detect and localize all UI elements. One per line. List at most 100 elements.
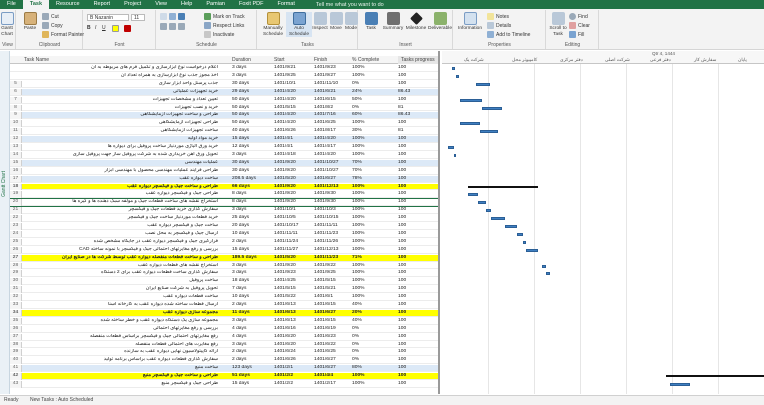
start-cell[interactable]: 1401/10/5 bbox=[274, 215, 314, 222]
task-name-cell[interactable]: طراحی جیگ و فیکسچر دیواره عقب bbox=[24, 191, 220, 198]
start-cell[interactable]: 1401/2/2 bbox=[274, 373, 314, 380]
progress-cell[interactable]: 81 bbox=[398, 128, 438, 135]
row-id[interactable]: 21 bbox=[10, 207, 22, 214]
finish-cell[interactable]: 1401/9/30 bbox=[314, 199, 352, 206]
duration-cell[interactable]: 8 days bbox=[232, 191, 266, 198]
start-cell[interactable]: 1401/2/1 bbox=[274, 365, 314, 372]
tab-help[interactable]: Help bbox=[174, 0, 199, 9]
finish-cell[interactable]: 1401/6/15 bbox=[314, 318, 352, 325]
progress-cell[interactable]: 100 bbox=[398, 286, 438, 293]
finish-cell[interactable]: 1401/9/30 bbox=[314, 191, 352, 198]
percent-complete-cell[interactable]: 70% bbox=[352, 160, 394, 167]
table-row[interactable]: 34 مجموعه سازی دیواره عقب 11 days 1401/6/13… bbox=[10, 309, 438, 317]
finish-cell[interactable]: 1401/9/23 bbox=[314, 65, 352, 72]
task-name-cell[interactable]: خرید ورق آلیاژی موردنیاز ساخت پروفیل برا… bbox=[24, 144, 220, 151]
row-id[interactable]: 30 bbox=[10, 278, 22, 285]
row-id[interactable]: 27 bbox=[10, 254, 22, 262]
gantt-task-bar[interactable] bbox=[460, 122, 480, 126]
task-name-cell[interactable]: سفارش گذاری قطعات دیواره عقب براساس برنا… bbox=[24, 357, 220, 364]
percent-complete-cell[interactable]: 40% bbox=[352, 302, 394, 309]
row-id[interactable]: 31 bbox=[10, 286, 22, 293]
table-row[interactable]: اخذ مجوز جذب نوع ابزارسازی به همراه تعدا… bbox=[10, 73, 438, 80]
duration-cell[interactable]: 50 days bbox=[232, 112, 266, 119]
start-cell[interactable]: 1401/5/20 bbox=[274, 176, 314, 183]
finish-cell[interactable]: 1401/6/15 bbox=[314, 97, 352, 104]
task-name-cell[interactable]: تحویل ورق آهن خریداری شده به شرکت پروفیل… bbox=[24, 152, 220, 159]
duration-cell[interactable]: 30 days bbox=[232, 160, 266, 167]
task-name-cell[interactable]: طراحی تجهیزات آزمایشگاهی bbox=[24, 120, 220, 127]
start-cell[interactable]: 1401/6/13 bbox=[274, 302, 314, 309]
task-name-cell[interactable]: قرارگیری جیگ و فیکسچر دیواره عقب در جایگ… bbox=[24, 239, 220, 246]
percent-complete-cell[interactable]: 100% bbox=[352, 381, 394, 388]
finish-cell[interactable]: 1401/2/17 bbox=[314, 381, 352, 388]
add-to-timeline-button[interactable]: Add to Timeline bbox=[487, 31, 530, 38]
task-name-cell[interactable]: خرید و نصب تجهیزات bbox=[24, 105, 220, 112]
duration-cell[interactable]: 3 days bbox=[232, 152, 266, 159]
bold-button[interactable]: B bbox=[87, 25, 91, 31]
start-cell[interactable]: 1401/9/20 bbox=[274, 263, 314, 270]
finish-cell[interactable]: 1401/4/4 bbox=[314, 373, 352, 380]
row-id[interactable]: 40 bbox=[10, 357, 22, 364]
progress-cell[interactable]: 100 bbox=[398, 318, 438, 325]
task-name-cell[interactable]: رفع مغایرتهای احتمالی جیگ و فیکسچر براسا… bbox=[24, 334, 220, 341]
row-id[interactable]: 11 bbox=[10, 128, 22, 135]
table-row[interactable]: 8 خرید و نصب تجهیزات 50 days 1401/5/15 1401/… bbox=[10, 104, 438, 112]
finish-cell[interactable]: 1401/6/21 bbox=[314, 89, 352, 96]
header-tasks-progress[interactable]: Tasks progress bbox=[398, 56, 438, 64]
table-row[interactable]: 25 قرارگیری جیگ و فیکسچر دیواره عقب در جا… bbox=[10, 238, 438, 246]
task-name-cell[interactable]: ساخت پروفیل bbox=[24, 278, 220, 285]
percent-complete-cell[interactable]: 100% bbox=[352, 239, 394, 246]
progress-cell[interactable]: 86.43 bbox=[398, 112, 438, 119]
inspect-button[interactable]: Inspect bbox=[312, 12, 328, 32]
start-cell[interactable]: 1401/9/20 bbox=[274, 160, 314, 167]
mode-button[interactable]: Mode bbox=[344, 12, 358, 32]
table-row[interactable]: 36 بررسی و رفع مغایرتهای احتمالی 4 days 140… bbox=[10, 325, 438, 333]
manually-schedule-button[interactable]: Manually Schedule bbox=[260, 12, 286, 37]
gantt-task-bar[interactable] bbox=[476, 82, 490, 86]
finish-cell[interactable]: 1401/9/22 bbox=[314, 263, 352, 270]
percent-complete-cell[interactable]: 100% bbox=[352, 247, 394, 254]
percent-complete-cell[interactable]: 78% bbox=[352, 176, 394, 183]
table-row[interactable]: 24 ارسال جیگ و فیکسچر به محل نصب 10 days 14… bbox=[10, 230, 438, 238]
duration-cell[interactable]: 3 days bbox=[232, 73, 266, 80]
task-name-cell[interactable]: ساخت منبع bbox=[24, 365, 220, 372]
duration-cell[interactable]: 30 days bbox=[232, 81, 266, 88]
information-button[interactable]: Information bbox=[456, 12, 484, 32]
row-id[interactable]: 13 bbox=[10, 144, 22, 151]
start-cell[interactable]: 1401/9/20 bbox=[274, 184, 314, 191]
start-cell[interactable]: 1401/9/21 bbox=[274, 65, 314, 72]
table-row[interactable]: 33 ارسال قطعات ساخته شده دیواره عقب به کا… bbox=[10, 302, 438, 309]
table-row[interactable]: 9 طراحی و ساخت تجهیزات آزمایشگاهی 50 days 1… bbox=[10, 112, 438, 120]
row-id[interactable]: 28 bbox=[10, 262, 22, 269]
table-row[interactable]: 19 طراحی جیگ و فیکسچر دیواره عقب 8 days 140… bbox=[10, 191, 438, 199]
percent-complete-cell[interactable]: 100% bbox=[352, 373, 394, 380]
format-painter-button[interactable]: Format Painter bbox=[42, 31, 84, 38]
finish-cell[interactable]: 1401/5/21 bbox=[314, 286, 352, 293]
duration-cell[interactable]: 3 days bbox=[232, 318, 266, 325]
start-cell[interactable]: 1401/9/20 bbox=[274, 191, 314, 198]
tab-project[interactable]: Project bbox=[117, 0, 148, 9]
duration-cell[interactable]: 30 days bbox=[232, 168, 266, 175]
task-name-cell[interactable]: مجموعه سازی یک دستگاه دیواره عقب و خطر س… bbox=[24, 318, 220, 325]
finish-cell[interactable]: 1401/4/17 bbox=[314, 144, 352, 151]
finish-cell[interactable]: 1401/6/25 bbox=[314, 349, 352, 356]
percent-complete-cell[interactable]: 0% bbox=[352, 326, 394, 333]
duration-cell[interactable]: 2 days bbox=[232, 239, 266, 246]
duration-cell[interactable]: 2 days bbox=[232, 349, 266, 356]
finish-cell[interactable]: 1401/6/22 bbox=[314, 342, 352, 349]
start-cell[interactable]: 1401/6/13 bbox=[274, 318, 314, 325]
find-button[interactable]: Find bbox=[569, 13, 588, 20]
task-name-cell[interactable]: تحویل پروفیل به شرکت صنایع ایران bbox=[24, 286, 220, 293]
deliverable-button[interactable]: Deliverable bbox=[428, 12, 452, 32]
task-name-cell[interactable]: مجموعه سازی دیواره عقب bbox=[24, 310, 220, 317]
percent-complete-cell[interactable]: 100% bbox=[352, 294, 394, 301]
duration-cell[interactable]: 8 days bbox=[232, 199, 266, 206]
table-row[interactable]: 32 ساخت قطعات دیواره عقب 10 days 1401/5/22 1… bbox=[10, 294, 438, 302]
finish-cell[interactable]: 1401/10/27 bbox=[314, 160, 352, 167]
progress-cell[interactable]: 100 bbox=[398, 160, 438, 167]
percent-complete-cell[interactable]: 50% bbox=[352, 97, 394, 104]
gantt-task-bar[interactable] bbox=[454, 153, 456, 157]
duration-cell[interactable]: 7 days bbox=[232, 286, 266, 293]
move-button[interactable]: Move bbox=[329, 12, 343, 32]
percent-complete-cell[interactable]: 100% bbox=[352, 270, 394, 277]
